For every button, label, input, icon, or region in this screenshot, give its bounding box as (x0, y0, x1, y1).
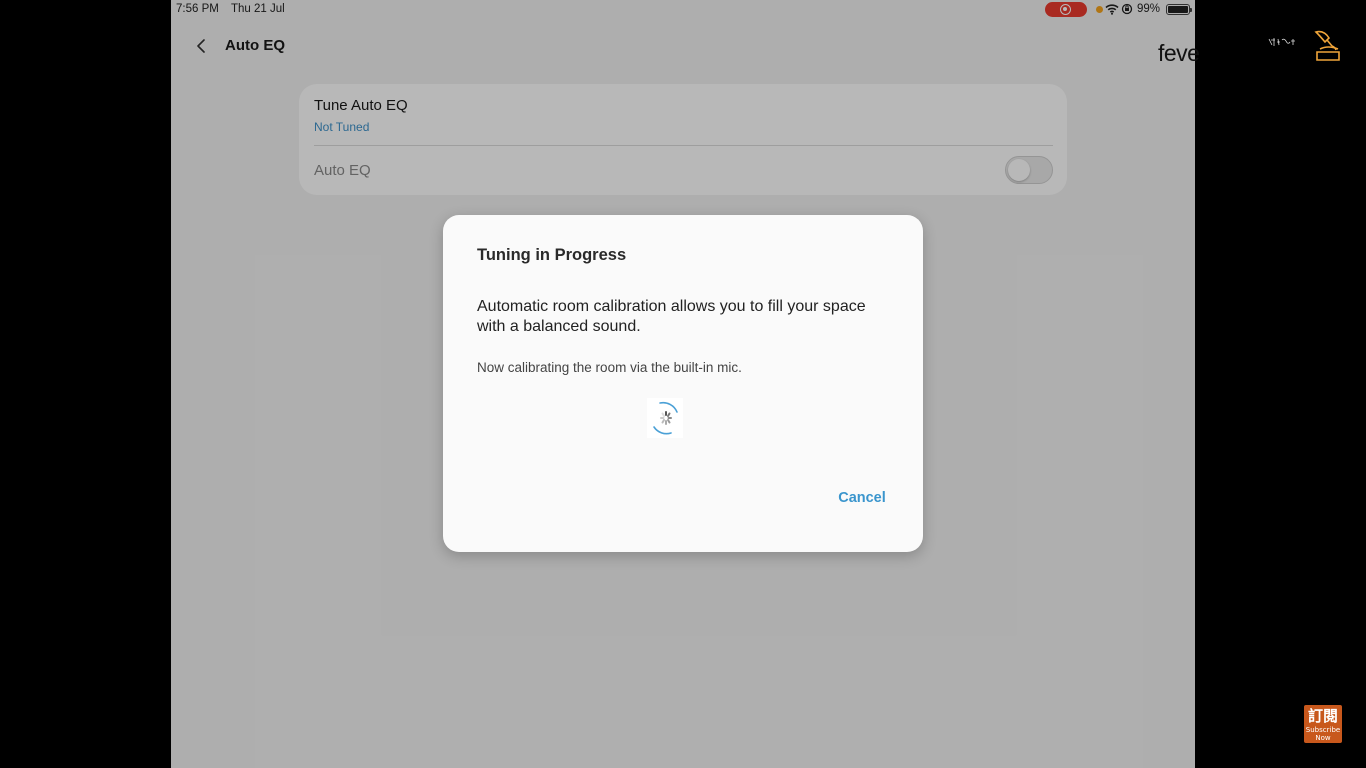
subscribe-cjk-label: 訂閱 (1307, 707, 1338, 725)
subscribe-badge[interactable]: 訂閱 Subscribe Now (1304, 705, 1342, 743)
gramophone-icon (1314, 30, 1340, 61)
tuning-dialog: Tuning in Progress Automatic room calibr… (443, 215, 923, 552)
loading-spinner (647, 398, 683, 438)
dialog-sub-message: Now calibrating the room via the built-i… (477, 360, 742, 375)
subscribe-label: Subscribe Now (1305, 726, 1341, 742)
channel-logo-icon (1268, 38, 1295, 46)
dialog-title: Tuning in Progress (477, 246, 627, 264)
loading-spinner-icon (653, 401, 678, 435)
watermark-text: feve (1158, 40, 1200, 66)
cancel-button[interactable]: Cancel (829, 486, 895, 510)
ipad-screen: 7:56 PM Thu 21 Jul 99% Auto EQ Tune Auto… (171, 0, 1195, 768)
dialog-message: Automatic room calibration allows you to… (477, 298, 866, 335)
